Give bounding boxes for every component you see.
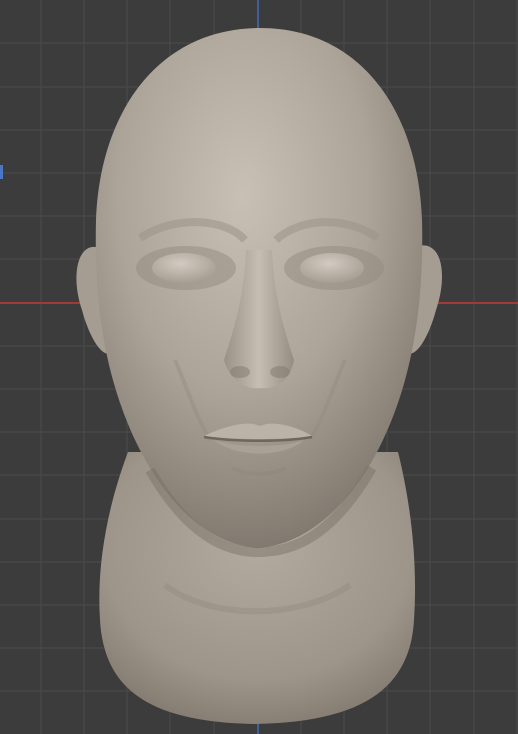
sculpted-head-model[interactable] [0,0,518,734]
3d-viewport[interactable] [0,0,518,734]
left-eye [152,253,216,283]
right-eye [300,253,364,283]
